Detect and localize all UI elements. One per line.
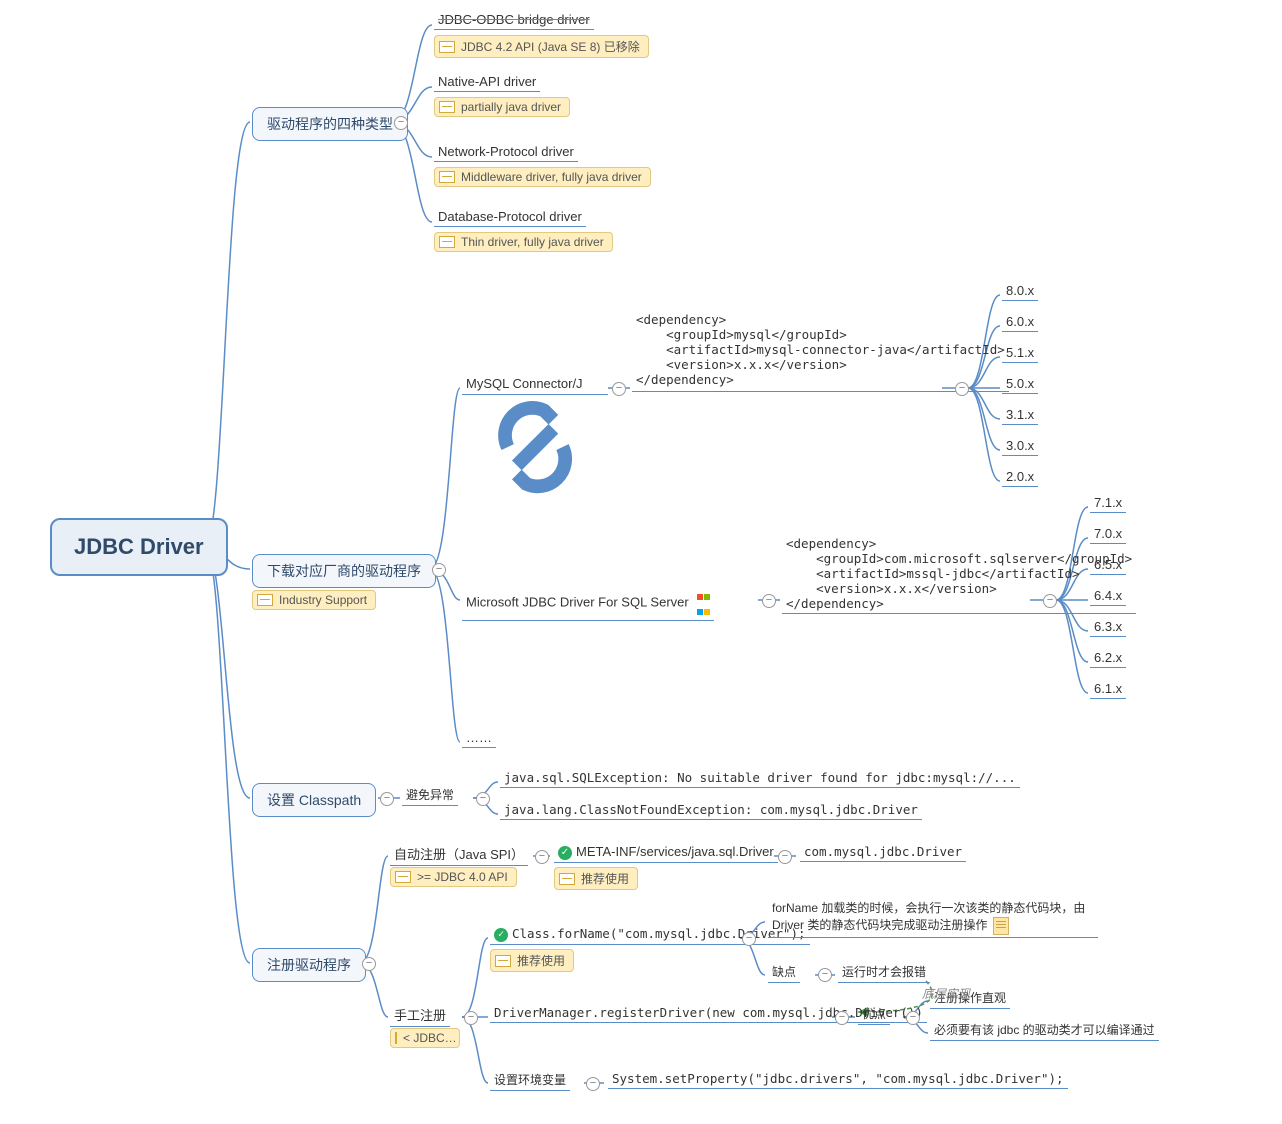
toggle-icon[interactable]: − [778,850,792,864]
root-node[interactable]: JDBC Driver [50,518,228,576]
note-icon [993,917,1009,935]
driver-type-3-title: Network-Protocol driver [434,142,578,162]
driver-type-4-note: Thin driver, fully java driver [434,232,613,252]
toggle-icon[interactable]: − [1043,594,1057,608]
mysql-version: 3.0.x [1002,436,1038,456]
check-icon: ✓ [558,846,572,860]
mssql-version: 7.1.x [1090,493,1126,513]
toggle-icon[interactable]: − [394,116,408,130]
branch-classpath[interactable]: 设置 Classpath [252,783,376,817]
toggle-icon[interactable]: − [464,1011,478,1025]
mysql-version: 5.1.x [1002,343,1038,363]
mysql-dependency: <dependency> <groupId>mysql</groupId> <a… [632,310,1009,392]
branch-download-drivers[interactable]: 下载对应厂商的驱动程序 [252,554,436,588]
toggle-icon[interactable]: − [476,792,490,806]
error-2: java.lang.ClassNotFoundException: com.my… [500,800,922,820]
branch-register-driver[interactable]: 注册驱动程序 [252,948,366,982]
mysql-connector[interactable]: MySQL Connector/J [462,374,608,395]
mysql-version: 5.0.x [1002,374,1038,394]
mssql-version: 6.4.x [1090,586,1126,606]
toggle-icon[interactable]: − [586,1077,600,1091]
driver-type-3-note: Middleware driver, fully java driver [434,167,651,187]
driver-type-1-note: JDBC 4.2 API (Java SE 8) 已移除 [434,35,649,58]
class-forname: ✓Class.forName("com.mysql.jdbc.Driver"); [490,924,810,945]
mssql-dependency: <dependency> <groupId>com.microsoft.sqls… [782,534,1136,614]
branch-download-note: Industry Support [252,590,376,610]
register-pros-label: 优点 [858,1003,890,1025]
mysql-version: 3.1.x [1002,405,1038,425]
forname-con-val: 运行时才会报错 [838,961,930,983]
toggle-icon[interactable]: − [380,792,394,806]
forname-desc: forName 加载类的时候，会执行一次该类的静态代码块，由 Driver 类的… [768,897,1098,938]
register-pro-2: 必须要有该 jdbc 的驱动类才可以编译通过 [930,1019,1159,1041]
toggle-icon[interactable]: − [742,932,756,946]
mysql-version: 8.0.x [1002,281,1038,301]
class-forname-note: 推荐使用 [490,949,574,972]
mssql-driver[interactable]: Microsoft JDBC Driver For SQL Server [462,586,714,621]
toggle-icon[interactable]: − [612,382,626,396]
toggle-icon[interactable]: − [835,1011,849,1025]
check-icon: ✓ [494,928,508,942]
forname-con: 缺点 [768,961,800,983]
toggle-icon[interactable]: − [432,563,446,577]
env-var-code: System.setProperty("jdbc.drivers", "com.… [608,1069,1068,1089]
branch-driver-types[interactable]: 驱动程序的四种类型 [252,107,408,141]
mysql-version: 6.0.x [1002,312,1038,332]
toggle-icon[interactable]: − [535,850,549,864]
auto-spi-note: 推荐使用 [554,867,638,890]
mssql-version: 6.2.x [1090,648,1126,668]
mssql-version: 6.1.x [1090,679,1126,699]
microsoft-logo-icon [696,588,710,618]
more-drivers: …… [462,728,496,748]
relation-annotation: 底层实现 [922,985,970,1002]
classpath-sub: 避免异常 [402,784,458,806]
auto-register-note: >= JDBC 4.0 API [390,867,517,887]
auto-spi-value: com.mysql.jdbc.Driver [800,842,966,862]
manual-register[interactable]: 手工注册 [390,1003,450,1027]
mysql-version: 2.0.x [1002,467,1038,487]
error-1: java.sql.SQLException: No suitable drive… [500,768,1020,788]
auto-register[interactable]: 自动注册（Java SPI） [390,842,528,866]
toggle-icon[interactable]: − [762,594,776,608]
mssql-version: 6.5.x [1090,555,1126,575]
toggle-icon[interactable]: − [906,1011,920,1025]
toggle-icon[interactable]: − [818,968,832,982]
toggle-icon[interactable]: − [955,382,969,396]
toggle-icon[interactable]: − [362,957,376,971]
link-icon [590,378,604,392]
driver-type-2-note: partially java driver [434,97,570,117]
env-var: 设置环境变量 [490,1069,570,1091]
manual-register-note: < JDBC… [390,1028,460,1048]
driver-type-4-title: Database-Protocol driver [434,207,586,227]
driver-type-2-title: Native-API driver [434,72,540,92]
mssql-version: 6.3.x [1090,617,1126,637]
mssql-version: 7.0.x [1090,524,1126,544]
auto-spi: ✓META-INF/services/java.sql.Driver [554,842,778,863]
driver-type-1-title: JDBC-ODBC bridge driver [434,10,594,30]
